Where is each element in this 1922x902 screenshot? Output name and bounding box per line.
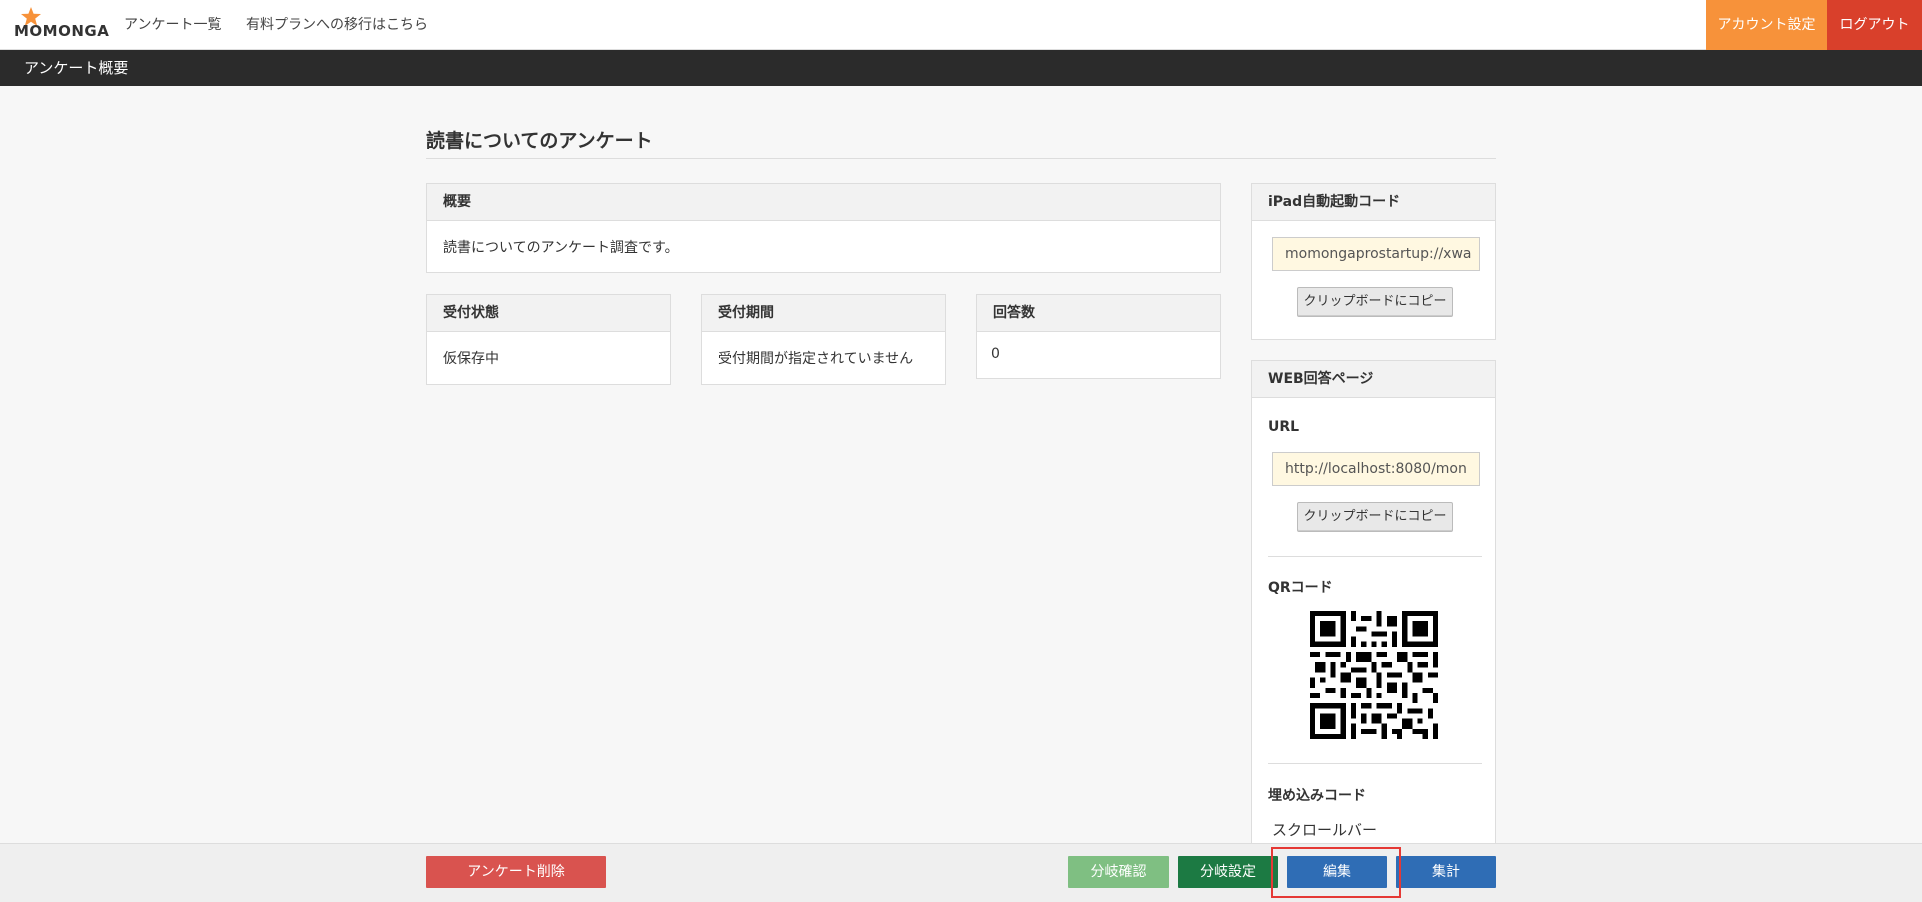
subheader-title: アンケート概要 (24, 59, 129, 77)
responses-panel: 回答数 0 (976, 294, 1221, 379)
top-navbar: MOMONGA アンケート一覧 有料プランへの移行はこちら アカウント設定 ログ… (0, 0, 1922, 50)
responses-value: 0 (991, 346, 1000, 362)
qr-code-image (1310, 611, 1438, 739)
survey-title: 読書についてのアンケート (426, 130, 653, 152)
branch-settings-button[interactable]: 分岐設定 (1178, 856, 1278, 888)
section-divider (1268, 556, 1482, 557)
overview-text: 読書についてのアンケート調査です。 (443, 240, 679, 256)
logout-button[interactable]: ログアウト (1827, 0, 1922, 50)
ipad-code-panel: iPad自動起動コード momongaprostartup://xwa クリップ… (1251, 183, 1496, 340)
account-settings-button[interactable]: アカウント設定 (1706, 0, 1827, 50)
copy-ipad-code-button[interactable]: クリップボードにコピー (1297, 287, 1453, 317)
period-value: 受付期間が指定されていません (718, 351, 914, 367)
url-label: URL (1268, 419, 1300, 435)
bottom-action-bar (0, 843, 1922, 902)
delete-survey-button[interactable]: アンケート削除 (426, 856, 606, 888)
page-subheader: アンケート概要 (0, 50, 1922, 86)
aggregate-button[interactable]: 集計 (1396, 856, 1496, 888)
web-url-field[interactable]: http://localhost:8080/mon (1272, 452, 1480, 486)
status-panel: 受付状態 仮保存中 (426, 294, 671, 385)
responses-heading: 回答数 (977, 295, 1220, 332)
status-value: 仮保存中 (443, 351, 499, 367)
edit-button[interactable]: 編集 (1287, 856, 1387, 888)
period-heading: 受付期間 (702, 295, 945, 332)
nav-survey-list[interactable]: アンケート一覧 (124, 0, 221, 50)
overview-heading: 概要 (427, 184, 1220, 221)
momonga-logo[interactable]: MOMONGA (14, 7, 109, 42)
scrollbar-option-label: スクロールバー (1272, 821, 1378, 839)
qr-code-label: QRコード (1268, 580, 1333, 596)
period-panel: 受付期間 受付期間が指定されていません (701, 294, 946, 385)
embed-code-label: 埋め込みコード (1268, 788, 1366, 804)
status-heading: 受付状態 (427, 295, 670, 332)
branch-check-button[interactable]: 分岐確認 (1068, 856, 1169, 888)
title-divider (426, 158, 1496, 159)
copy-url-button[interactable]: クリップボードにコピー (1297, 502, 1453, 532)
logo-text: MOMONGA (14, 22, 110, 40)
ipad-code-heading: iPad自動起動コード (1252, 184, 1495, 221)
nav-upgrade-plan[interactable]: 有料プランへの移行はこちら (246, 0, 428, 50)
overview-panel: 概要 読書についてのアンケート調査です。 (426, 183, 1221, 273)
web-answer-panel: WEB回答ページ URL http://localhost:8080/mon ク… (1251, 360, 1496, 850)
section-divider (1268, 763, 1482, 764)
web-answer-heading: WEB回答ページ (1252, 361, 1495, 398)
ipad-code-field[interactable]: momongaprostartup://xwa (1272, 237, 1480, 271)
